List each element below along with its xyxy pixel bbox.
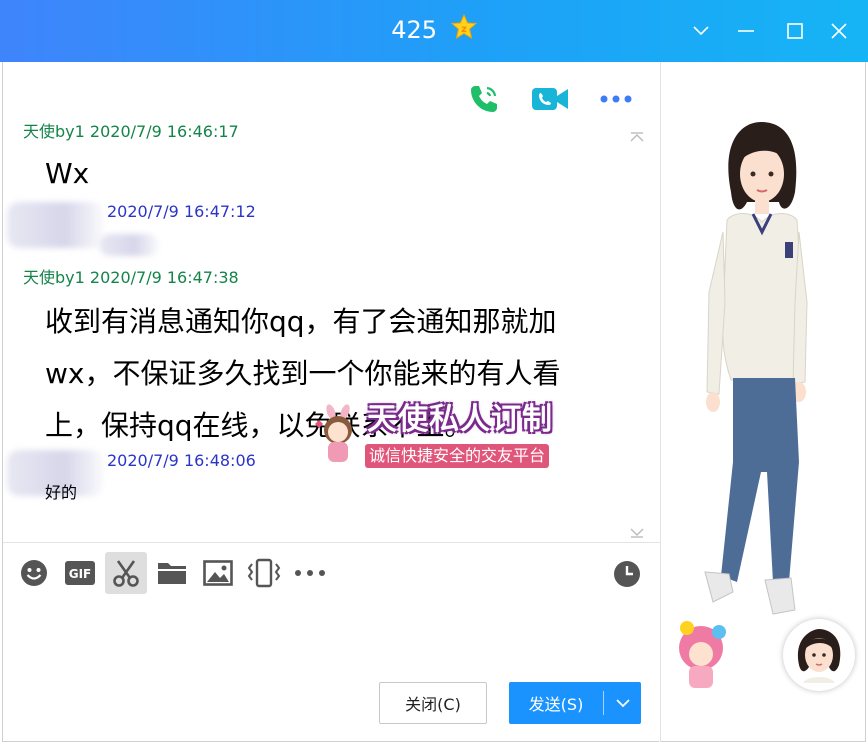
screenshot-scissors-icon[interactable]	[105, 552, 147, 594]
shake-icon[interactable]	[243, 552, 285, 594]
message-text: Wx	[45, 157, 90, 190]
title-bar: 425 z	[0, 0, 868, 62]
message-sender: 天使by1	[23, 268, 85, 287]
gif-icon[interactable]: GIF	[59, 552, 101, 594]
folder-icon[interactable]	[151, 552, 193, 594]
message-header: 天使by1 2020/7/9 16:47:38	[23, 268, 239, 288]
call-actions	[465, 82, 635, 116]
message-header: 天使by1 2020/7/9 16:46:17	[23, 122, 239, 142]
message-time: 2020/7/9 16:48:06	[107, 451, 256, 470]
message-line: 上，保持qq在线，以免联系不上。	[45, 409, 473, 442]
avatar[interactable]	[783, 619, 855, 691]
message-time: 2020/7/9 16:47:12	[107, 202, 256, 221]
send-options-chevron-icon[interactable]	[604, 682, 641, 724]
video-call-icon[interactable]	[531, 82, 569, 116]
input-divider	[3, 542, 660, 543]
close-button-label: 关闭(C)	[405, 695, 461, 714]
chat-pane: 天使by1 2020/7/9 16:46:17 Wx 2020/7/9 16:4…	[2, 62, 660, 742]
emoji-icon[interactable]	[13, 552, 55, 594]
voice-call-icon[interactable]	[465, 82, 503, 116]
minimize-icon[interactable]	[731, 16, 761, 46]
blurred-message-text	[99, 234, 159, 256]
blurred-sender-name	[7, 202, 103, 248]
message-header: 2020/7/9 16:47:12	[107, 202, 256, 222]
message-line: 收到有消息通知你qq，有了会通知那就加	[45, 305, 557, 338]
message-header: 2020/7/9 16:48:06	[107, 451, 256, 471]
vip-star-icon: z	[450, 13, 477, 48]
image-icon[interactable]	[197, 552, 239, 594]
send-button-label: 发送(S)	[528, 695, 584, 714]
input-toolbar: GIF	[13, 552, 331, 594]
message-text: 收到有消息通知你qq，有了会通知那就加 wx，不保证多久找到一个你能来的有人看 …	[45, 296, 560, 452]
message-time: 2020/7/9 16:47:38	[89, 268, 239, 287]
svg-text:z: z	[461, 24, 467, 35]
close-button[interactable]: 关闭(C)	[379, 682, 487, 724]
window-title: 425	[391, 16, 438, 44]
message-list[interactable]: 天使by1 2020/7/9 16:46:17 Wx 2020/7/9 16:4…	[3, 120, 643, 540]
message-time: 2020/7/9 16:46:17	[89, 122, 239, 141]
more-icon[interactable]	[597, 82, 635, 116]
profile-show-pane	[660, 62, 866, 742]
message-text: 好的	[45, 483, 78, 502]
svg-text:GIF: GIF	[69, 567, 92, 581]
message-sender: 天使by1	[23, 122, 85, 141]
scroll-up-icon[interactable]	[629, 128, 645, 142]
message-input[interactable]	[3, 596, 660, 680]
maximize-icon[interactable]	[780, 16, 810, 46]
send-button[interactable]: 发送(S)	[509, 682, 641, 724]
scroll-down-icon[interactable]	[629, 524, 645, 538]
clock-icon[interactable]	[609, 556, 645, 592]
more-tools-icon[interactable]	[289, 552, 331, 594]
message-line: wx，不保证多久找到一个你能来的有人看	[45, 357, 561, 390]
close-icon[interactable]	[824, 16, 854, 46]
dropdown-icon[interactable]	[686, 16, 716, 46]
